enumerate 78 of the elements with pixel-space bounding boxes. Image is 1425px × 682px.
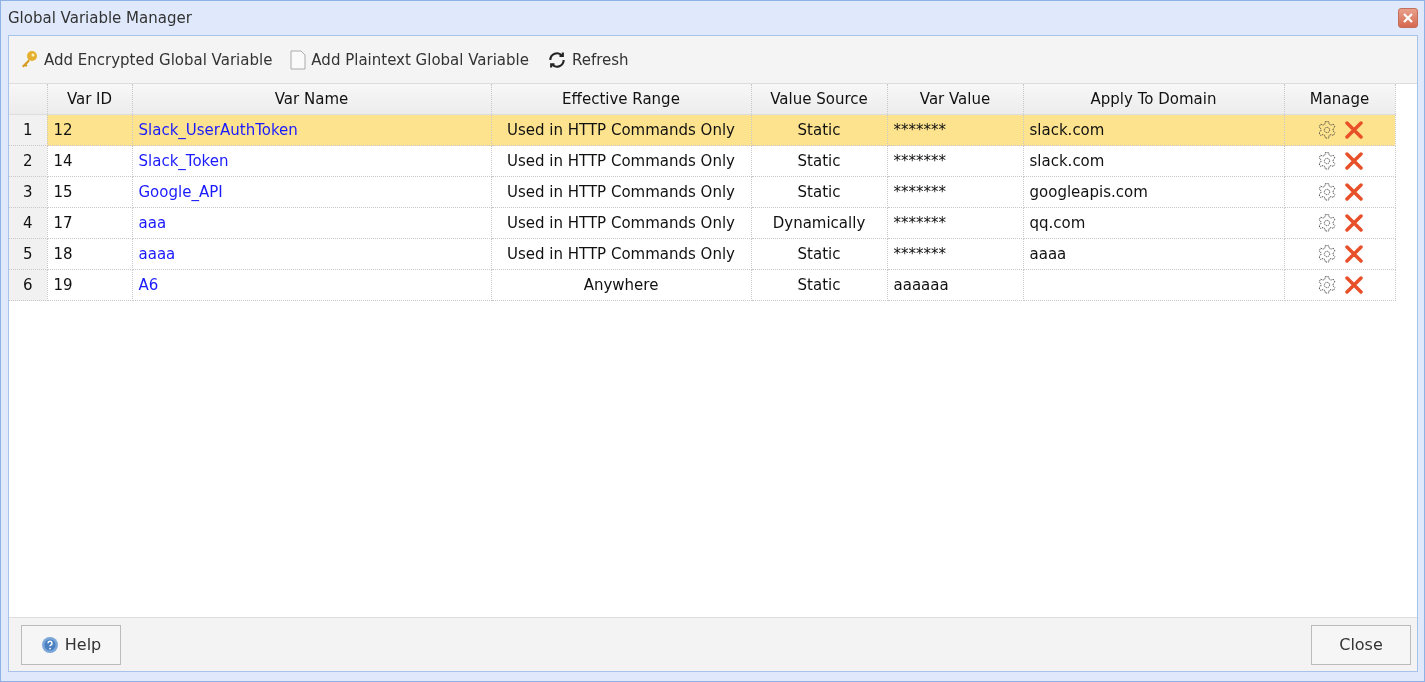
- domain-cell: googleapis.com: [1023, 176, 1284, 208]
- table-row[interactable]: 6 19 A6 Anywhere Static aaaaaa: [9, 269, 1395, 301]
- close-dialog-button[interactable]: Close: [1311, 624, 1411, 665]
- var-name-link[interactable]: Slack_Token: [132, 145, 491, 177]
- var-value-cell: *******: [887, 207, 1023, 239]
- domain-cell: qq.com: [1023, 207, 1284, 239]
- delete-icon[interactable]: [1344, 245, 1363, 263]
- table-row[interactable]: 3 15 Google_API Used in HTTP Commands Only Static ******* googleapis.com: [9, 176, 1395, 208]
- value-source-cell: Static: [751, 238, 887, 270]
- row-number: 4: [9, 207, 47, 239]
- document-icon: [290, 49, 307, 70]
- column-header[interactable]: Effective Range: [491, 84, 751, 115]
- settings-icon[interactable]: [1316, 213, 1337, 233]
- add-encrypted-button[interactable]: Add Encrypted Global Variable: [19, 49, 273, 70]
- help-icon: [40, 635, 59, 654]
- table-row[interactable]: 5 18 aaaa Used in HTTP Commands Only Static ******* aaaa: [9, 238, 1395, 270]
- var-name-link[interactable]: aaa: [132, 207, 491, 239]
- column-header[interactable]: Apply To Domain: [1023, 84, 1284, 115]
- delete-icon[interactable]: [1344, 214, 1363, 232]
- effective-range-cell: Used in HTTP Commands Only: [491, 114, 751, 146]
- row-number: 3: [9, 176, 47, 208]
- domain-cell: slack.com: [1023, 145, 1284, 177]
- var-id-cell: 12: [47, 114, 132, 146]
- var-name-link[interactable]: aaaa: [132, 238, 491, 270]
- delete-icon[interactable]: [1344, 276, 1363, 294]
- effective-range-cell: Used in HTTP Commands Only: [491, 238, 751, 270]
- settings-icon[interactable]: [1316, 120, 1337, 140]
- var-value-cell: *******: [887, 114, 1023, 146]
- column-header[interactable]: Value Source: [751, 84, 887, 115]
- value-source-cell: Dynamically: [751, 207, 887, 239]
- var-name-link[interactable]: Slack_UserAuthToken: [132, 114, 491, 146]
- delete-icon[interactable]: [1344, 152, 1363, 170]
- table-row[interactable]: 2 14 Slack_Token Used in HTTP Commands Only Static ******* slack.com: [9, 145, 1395, 177]
- column-header[interactable]: Var ID: [47, 84, 132, 115]
- value-source-cell: Static: [751, 114, 887, 146]
- domain-cell: slack.com: [1023, 114, 1284, 146]
- value-source-cell: Static: [751, 176, 887, 208]
- add-plaintext-button[interactable]: Add Plaintext Global Variable: [290, 49, 529, 70]
- var-value-cell: *******: [887, 145, 1023, 177]
- effective-range-cell: Used in HTTP Commands Only: [491, 176, 751, 208]
- row-number: 2: [9, 145, 47, 177]
- refresh-button[interactable]: Refresh: [547, 49, 629, 70]
- var-value-cell: *******: [887, 238, 1023, 270]
- close-icon: [1403, 13, 1413, 23]
- var-name-link[interactable]: A6: [132, 269, 491, 301]
- row-number: 1: [9, 114, 47, 146]
- var-value-cell: *******: [887, 176, 1023, 208]
- var-id-cell: 15: [47, 176, 132, 208]
- table-row[interactable]: 4 17 aaa Used in HTTP Commands Only Dynamically ******* qq.com: [9, 207, 1395, 239]
- table-row[interactable]: 1 12 Slack_UserAuthToken Used in HTTP Commands Only Static ******* slack.com: [9, 114, 1395, 146]
- close-button[interactable]: [1398, 8, 1418, 28]
- settings-icon[interactable]: [1316, 275, 1337, 295]
- delete-icon[interactable]: [1344, 183, 1363, 201]
- effective-range-cell: Used in HTTP Commands Only: [491, 207, 751, 239]
- var-id-cell: 19: [47, 269, 132, 301]
- var-value-cell: aaaaaa: [887, 269, 1023, 301]
- corner-cell: [9, 84, 47, 115]
- column-header[interactable]: Var Name: [132, 84, 491, 115]
- column-header[interactable]: Var Value: [887, 84, 1023, 115]
- var-name-link[interactable]: Google_API: [132, 176, 491, 208]
- delete-icon[interactable]: [1344, 121, 1363, 139]
- settings-icon[interactable]: [1316, 151, 1337, 171]
- column-header[interactable]: Manage: [1284, 84, 1395, 115]
- var-id-cell: 14: [47, 145, 132, 177]
- effective-range-cell: Anywhere: [491, 269, 751, 301]
- row-number: 5: [9, 238, 47, 270]
- row-number: 6: [9, 269, 47, 301]
- value-source-cell: Static: [751, 269, 887, 301]
- var-id-cell: 18: [47, 238, 132, 270]
- effective-range-cell: Used in HTTP Commands Only: [491, 145, 751, 177]
- window-title: Global Variable Manager: [8, 9, 192, 27]
- help-button[interactable]: Help: [21, 624, 121, 665]
- var-id-cell: 17: [47, 207, 132, 239]
- value-source-cell: Static: [751, 145, 887, 177]
- refresh-icon: [547, 49, 567, 70]
- domain-cell: aaaa: [1023, 238, 1284, 270]
- settings-icon[interactable]: [1316, 244, 1337, 264]
- settings-icon[interactable]: [1316, 182, 1337, 202]
